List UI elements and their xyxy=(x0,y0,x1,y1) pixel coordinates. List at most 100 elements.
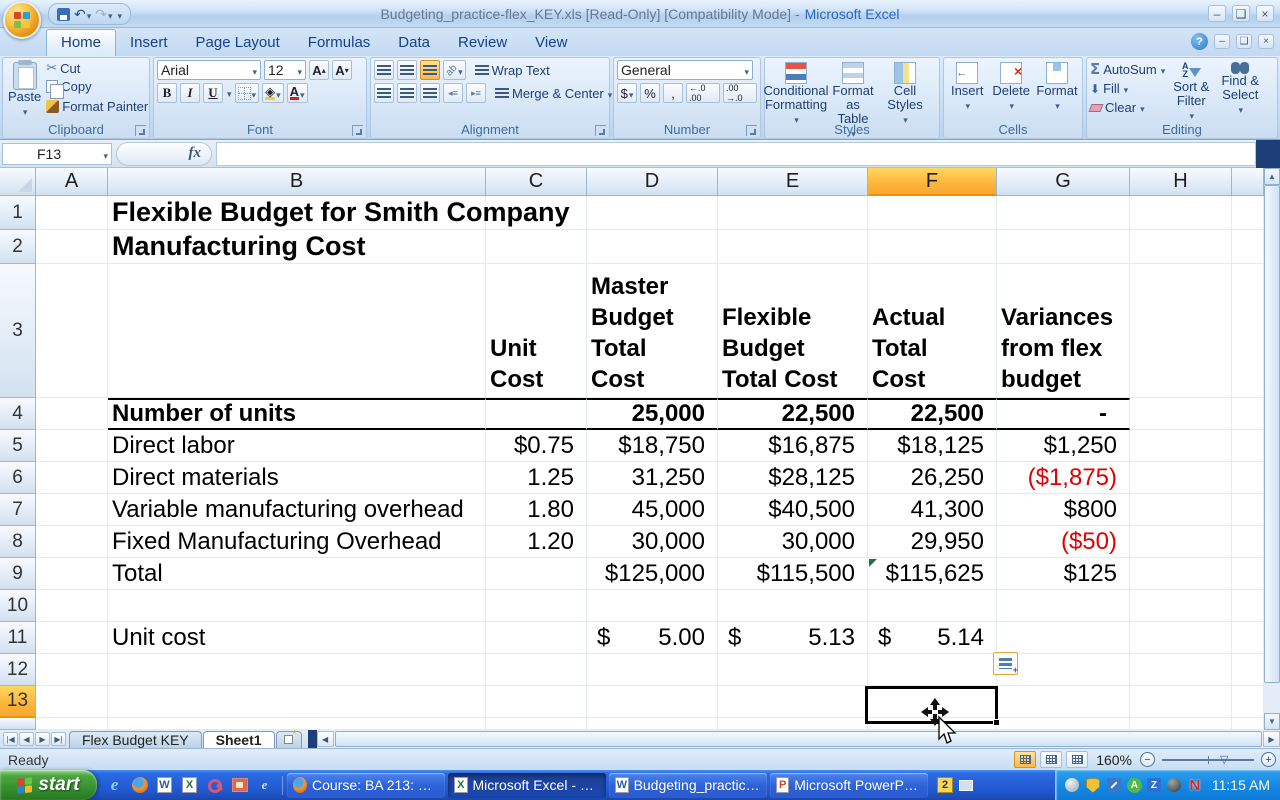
cell[interactable] xyxy=(1232,264,1264,398)
workbook-close-button[interactable]: × xyxy=(1258,34,1274,49)
cell[interactable] xyxy=(587,654,718,686)
cell-d9[interactable]: $125,000 xyxy=(587,558,718,590)
fill-color-button[interactable]: ◈ xyxy=(262,83,284,103)
font-dialog-launcher[interactable] xyxy=(352,125,363,136)
insert-cells-button[interactable]: Insert xyxy=(947,60,987,115)
cell[interactable] xyxy=(1232,462,1264,494)
cell[interactable] xyxy=(1130,398,1232,430)
tab-page-layout[interactable]: Page Layout xyxy=(182,30,294,56)
cell-g8[interactable]: ($50) xyxy=(997,526,1130,558)
cell-g4[interactable]: - xyxy=(997,398,1130,430)
cell-e6[interactable]: $28,125 xyxy=(718,462,868,494)
cell-b8[interactable]: Fixed Manufacturing Overhead xyxy=(108,526,486,558)
tab-home[interactable]: Home xyxy=(46,29,116,56)
cell-f9[interactable]: $115,625 xyxy=(868,558,997,590)
cell[interactable] xyxy=(1232,686,1264,718)
cell[interactable] xyxy=(1232,622,1264,654)
cell-g9[interactable]: $125 xyxy=(997,558,1130,590)
cell[interactable] xyxy=(108,264,486,398)
workbook-restore-button[interactable]: ❑ xyxy=(1236,34,1252,49)
cell[interactable] xyxy=(997,230,1130,264)
decrease-indent-button[interactable]: ◂≡ xyxy=(443,83,463,103)
select-all-corner[interactable] xyxy=(0,168,36,196)
scroll-down-button[interactable]: ▼ xyxy=(1264,713,1280,730)
cell[interactable] xyxy=(587,196,718,230)
cell-c3-header[interactable]: Unit Cost xyxy=(486,264,587,398)
cell[interactable] xyxy=(36,462,108,494)
save-button[interactable] xyxy=(57,8,70,21)
cell[interactable] xyxy=(718,686,868,718)
cell-f7[interactable]: 41,300 xyxy=(868,494,997,526)
format-cells-button[interactable]: Format xyxy=(1035,60,1079,115)
accounting-format-button[interactable]: $ xyxy=(617,83,637,103)
cell[interactable] xyxy=(718,718,868,730)
increase-indent-button[interactable]: ▸≡ xyxy=(466,83,486,103)
cell[interactable] xyxy=(486,654,587,686)
cell[interactable] xyxy=(486,398,587,430)
clear-button[interactable]: Clear xyxy=(1090,100,1165,115)
cell-d4[interactable]: 25,000 xyxy=(587,398,718,430)
top-align-button[interactable] xyxy=(374,60,394,80)
cut-button[interactable]: ✂Cut xyxy=(46,60,148,76)
alignment-dialog-launcher[interactable] xyxy=(595,125,606,136)
cell[interactable] xyxy=(868,196,997,230)
bold-button[interactable]: B xyxy=(157,83,177,103)
cell-f8[interactable]: 29,950 xyxy=(868,526,997,558)
font-size-combo[interactable]: 12 xyxy=(264,60,306,80)
taskbar-button-firefox[interactable]: Course: BA 213: Man... xyxy=(287,773,445,798)
internet-explorer-alt-icon[interactable]: e xyxy=(255,776,274,795)
column-header-g[interactable]: G xyxy=(997,168,1130,196)
start-button[interactable]: start xyxy=(0,770,97,800)
cell[interactable] xyxy=(1130,526,1232,558)
cell[interactable] xyxy=(868,654,997,686)
cell-f6[interactable]: 26,250 xyxy=(868,462,997,494)
insert-worksheet-button[interactable] xyxy=(276,731,302,748)
cell[interactable] xyxy=(868,230,997,264)
cell-b11[interactable]: Unit cost xyxy=(108,622,486,654)
cell[interactable] xyxy=(1232,590,1264,622)
delete-cells-button[interactable]: Delete xyxy=(990,60,1032,115)
cell[interactable] xyxy=(997,718,1130,730)
cell[interactable] xyxy=(997,686,1130,718)
restore-button[interactable]: ❑ xyxy=(1232,5,1250,22)
tab-review[interactable]: Review xyxy=(444,30,521,56)
redo-button[interactable]: ↷ xyxy=(95,6,112,23)
cell[interactable] xyxy=(1232,654,1264,686)
cell[interactable] xyxy=(1232,430,1264,462)
zoom-in-button[interactable]: + xyxy=(1261,752,1276,767)
cell-b5[interactable]: Direct labor xyxy=(108,430,486,462)
comma-style-button[interactable]: , xyxy=(663,83,683,103)
cell[interactable] xyxy=(1130,718,1232,730)
clipboard-dialog-launcher[interactable] xyxy=(135,125,146,136)
workbook-minimize-button[interactable]: – xyxy=(1214,34,1230,49)
column-header-d[interactable]: D xyxy=(587,168,718,196)
find-select-button[interactable]: Find & Select xyxy=(1217,60,1263,119)
cell-c5[interactable]: $0.75 xyxy=(486,430,587,462)
cell[interactable] xyxy=(718,230,868,264)
insert-function-button[interactable]: fx xyxy=(116,142,212,166)
cell[interactable] xyxy=(1232,558,1264,590)
cell[interactable] xyxy=(1232,230,1264,264)
cell-f11[interactable]: $5.14 xyxy=(868,622,997,654)
sheet-tab-sheet1[interactable]: Sheet1 xyxy=(203,731,275,748)
cell[interactable] xyxy=(108,654,486,686)
conditional-formatting-button[interactable]: Conditional Formatting xyxy=(768,60,824,129)
cell-f5[interactable]: $18,125 xyxy=(868,430,997,462)
row-header-1[interactable]: 1 xyxy=(0,196,36,230)
cell[interactable] xyxy=(1130,196,1232,230)
help-button[interactable]: ? xyxy=(1191,33,1208,50)
sheet-tab-flex-budget-key[interactable]: Flex Budget KEY xyxy=(69,731,202,748)
cell-c6[interactable]: 1.25 xyxy=(486,462,587,494)
cell[interactable] xyxy=(1232,398,1264,430)
cell[interactable] xyxy=(1232,494,1264,526)
cell[interactable] xyxy=(587,230,718,264)
cell[interactable] xyxy=(486,558,587,590)
cell[interactable] xyxy=(36,494,108,526)
word-icon[interactable]: W xyxy=(155,776,174,795)
taskbar-clock[interactable]: 11:15 AM xyxy=(1212,777,1270,793)
cell[interactable] xyxy=(1130,622,1232,654)
row-header-partial[interactable] xyxy=(0,718,36,730)
cell[interactable] xyxy=(587,686,718,718)
cell[interactable] xyxy=(1130,494,1232,526)
cell[interactable] xyxy=(36,430,108,462)
